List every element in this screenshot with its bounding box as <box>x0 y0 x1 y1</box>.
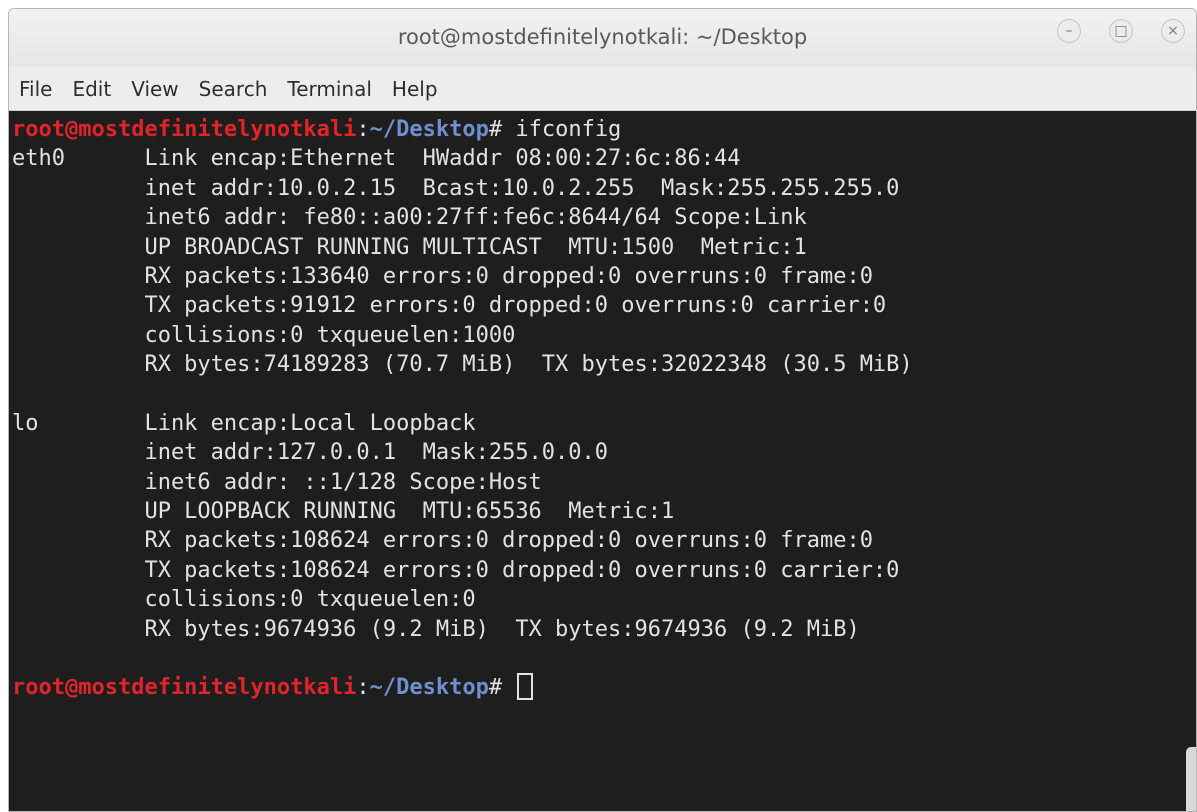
prompt-path: ~/Desktop <box>369 117 489 142</box>
output-line: inet addr:127.0.0.1 Mask:255.0.0.0 <box>12 440 609 466</box>
output-line: inet6 addr: fe80::a00:27ff:fe6c:8644/64 … <box>12 205 807 231</box>
maximize-button[interactable]: □ <box>1109 19 1133 43</box>
output-line: UP BROADCAST RUNNING MULTICAST MTU:1500 … <box>12 234 807 260</box>
output-line: RX packets:108624 errors:0 dropped:0 ove… <box>12 528 873 554</box>
prompt-symbol: # <box>488 675 516 701</box>
output-line: RX bytes:74189283 (70.7 MiB) TX bytes:32… <box>12 352 913 378</box>
prompt-separator: : <box>356 117 370 142</box>
menu-search[interactable]: Search <box>199 77 268 101</box>
menu-edit[interactable]: Edit <box>72 77 111 101</box>
menu-help[interactable]: Help <box>392 77 438 101</box>
output-line: inet addr:10.0.2.15 Bcast:10.0.2.255 Mas… <box>12 175 900 201</box>
output-line: collisions:0 txqueuelen:1000 <box>12 322 529 348</box>
minimize-button[interactable]: – <box>1057 19 1081 43</box>
maximize-icon: □ <box>1114 23 1128 39</box>
output-line: lo Link encap:Local Loopback <box>12 410 503 436</box>
command-text: ifconfig <box>515 117 622 142</box>
menu-terminal[interactable]: Terminal <box>287 77 372 101</box>
scrollbar-thumb[interactable] <box>1186 747 1196 811</box>
output-line: RX bytes:9674936 (9.2 MiB) TX bytes:9674… <box>12 616 860 642</box>
prompt-user-host: root@mostdefinitelynotkali <box>12 117 357 142</box>
terminal-window: root@mostdefinitelynotkali: ~/Desktop – … <box>8 8 1197 812</box>
prompt-separator: : <box>356 675 370 701</box>
text-cursor <box>517 673 534 701</box>
prompt-user-host: root@mostdefinitelynotkali <box>12 675 357 701</box>
command-line: root@mostdefinitelynotkali:~/Desktop# if… <box>12 115 1196 144</box>
menu-file[interactable]: File <box>19 77 52 101</box>
output-line: collisions:0 txqueuelen:0 <box>12 587 489 613</box>
terminal-area[interactable]: root@mostdefinitelynotkali:~/Desktop# if… <box>9 111 1196 811</box>
output-line: TX packets:108624 errors:0 dropped:0 ove… <box>12 557 900 583</box>
output-line: UP LOOPBACK RUNNING MTU:65536 Metric:1 <box>12 499 675 525</box>
active-prompt-line[interactable]: root@mostdefinitelynotkali:~/Desktop# <box>12 673 1196 702</box>
close-button[interactable]: × <box>1161 19 1185 43</box>
output-line: eth0 Link encap:Ethernet HWaddr 08:00:27… <box>12 146 767 172</box>
menu-view[interactable]: View <box>131 77 178 101</box>
minimize-icon: – <box>1065 23 1073 39</box>
output-line: TX packets:91912 errors:0 dropped:0 over… <box>12 293 887 319</box>
close-icon: × <box>1167 23 1179 39</box>
output-line: RX packets:133640 errors:0 dropped:0 ove… <box>12 263 873 289</box>
title-bar[interactable]: root@mostdefinitelynotkali: ~/Desktop – … <box>9 9 1196 67</box>
menu-bar: File Edit View Search Terminal Help <box>9 67 1196 111</box>
window-title: root@mostdefinitelynotkali: ~/Desktop <box>397 25 808 49</box>
prompt-path: ~/Desktop <box>369 675 489 701</box>
output-line: inet6 addr: ::1/128 Scope:Host <box>12 469 542 495</box>
prompt-symbol: # <box>488 117 516 142</box>
